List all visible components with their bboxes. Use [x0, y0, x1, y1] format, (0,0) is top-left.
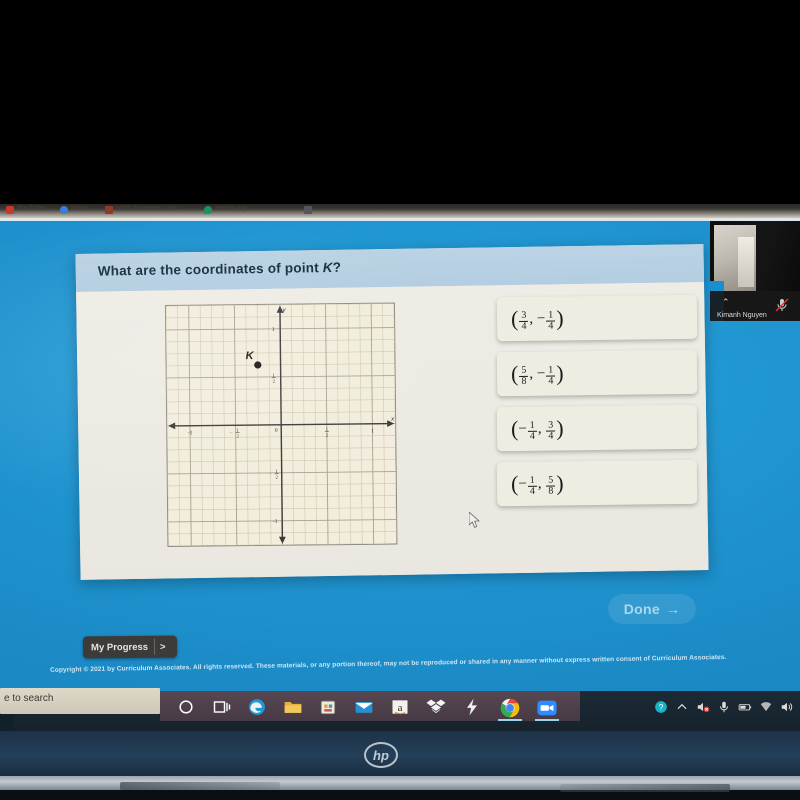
video-call-tile[interactable]: ⌃ Kimanh Nguyen [710, 221, 800, 321]
mouse-cursor [469, 512, 480, 528]
search-input[interactable]: e to search [0, 688, 160, 714]
done-button[interactable]: Done → [608, 594, 696, 624]
laptop-bezel [0, 731, 800, 776]
laptop-screen-photo: YouTube Maps Math Academy Link iready.or… [0, 0, 800, 800]
video-background-door [738, 237, 754, 287]
answer-choice-c[interactable]: (− 1 4, 3 4) [496, 404, 698, 452]
svg-text:2: 2 [237, 433, 240, 438]
my-progress-button[interactable]: My Progress > [82, 635, 178, 659]
search-placeholder-text: e to search [4, 693, 54, 704]
zoom-active-indicator [535, 719, 559, 721]
page-title: What are the coordinates of point K? [98, 260, 342, 279]
zoom-icon[interactable] [536, 697, 558, 719]
point-k-marker [254, 361, 262, 369]
folder-icon[interactable] [304, 206, 312, 214]
hp-logo: hp [364, 742, 398, 768]
svg-text:0: 0 [275, 428, 278, 434]
bookmark-math-academy[interactable]: Math Academy Link [116, 205, 177, 212]
amazon-icon[interactable]: a [390, 697, 410, 717]
chevron-right-icon: > [159, 641, 166, 653]
svg-text:1: 1 [326, 427, 329, 432]
svg-text:?: ? [659, 703, 664, 712]
svg-text:1: 1 [272, 327, 275, 333]
graph-svg: -1 −120 121112−12-1 x y [165, 303, 397, 546]
maps-icon[interactable] [60, 206, 68, 214]
bookmark-youtube[interactable]: YouTube [17, 205, 45, 212]
edge-icon[interactable] [247, 697, 267, 717]
dropbox-icon[interactable] [426, 697, 446, 717]
coordinate-graph: -1−1 2 0 1 2 1 1 1 2−1 2 -1 x y K [164, 302, 398, 547]
book-icon[interactable] [105, 206, 113, 214]
question-variable: K [322, 259, 333, 276]
participant-name: Kimanh Nguyen [717, 312, 767, 319]
svg-text:a: a [398, 702, 403, 714]
chrome-active-indicator [498, 719, 522, 721]
svg-text:2: 2 [326, 433, 329, 438]
svg-text:-1: -1 [188, 430, 193, 436]
thunderbolt-icon[interactable] [462, 697, 482, 717]
microphone-icon[interactable] [717, 700, 731, 714]
answer-choice-c-expression: (− 1 4, 3 4) [510, 414, 564, 443]
svg-text:2: 2 [273, 379, 276, 384]
done-button-label: Done [623, 601, 660, 617]
y-axis-label: y [281, 308, 286, 314]
answer-choice-a-expression: (3 4, −1 4) [510, 304, 564, 333]
microsoft-store-icon[interactable] [318, 697, 338, 717]
svg-text:−: − [230, 431, 233, 436]
svg-text:2: 2 [276, 475, 279, 480]
svg-text:−: − [269, 472, 272, 477]
svg-text:1: 1 [371, 428, 374, 434]
answer-choice-list: (3 4, −1 4) (5 8, −1 4) (− 1 4, 3 4) (− 1 4, 5 8) [496, 294, 702, 514]
youtube-icon[interactable] [6, 206, 14, 214]
chrome-icon[interactable] [499, 697, 521, 719]
photo-letterbox-top [0, 0, 800, 204]
task-view-icon[interactable] [212, 697, 232, 717]
iready-icon[interactable] [204, 206, 212, 214]
svg-text:1: 1 [236, 427, 239, 432]
microphone-muted-icon[interactable] [774, 297, 790, 313]
bookmark-maps[interactable]: Maps [71, 205, 88, 212]
question-prompt-before: What are the coordinates of point [97, 260, 323, 279]
file-explorer-icon[interactable] [283, 697, 303, 717]
x-axis-label: x [390, 417, 395, 423]
video-control-bar: ⌃ Kimanh Nguyen [710, 291, 800, 321]
mail-icon[interactable] [354, 697, 374, 717]
speaker-muted-icon[interactable] [696, 700, 710, 714]
bookmark-bar[interactable]: YouTube Maps Math Academy Link iready.or… [0, 204, 800, 218]
keyboard-left [120, 782, 280, 790]
answer-choice-b-expression: (5 8, −1 4) [510, 359, 564, 388]
answer-choice-b[interactable]: (5 8, −1 4) [496, 349, 698, 397]
wifi-icon[interactable] [759, 700, 773, 714]
answer-choice-a[interactable]: (3 4, −1 4) [496, 294, 698, 342]
chevron-up-icon[interactable] [675, 700, 689, 714]
graph-plot-area: -1−1 2 0 1 2 1 1 1 2−1 2 -1 x y K [164, 302, 398, 547]
keyboard-right [560, 784, 730, 792]
my-progress-label: My Progress [90, 641, 149, 653]
cortana-icon[interactable] [176, 697, 196, 717]
system-tray: ? [654, 700, 794, 714]
point-k-label: K [245, 350, 254, 363]
divider [153, 638, 156, 655]
answer-choice-d[interactable]: (− 1 4, 5 8) [496, 459, 698, 507]
answer-choice-d-expression: (− 1 4, 5 8) [510, 469, 564, 498]
volume-icon[interactable] [780, 700, 794, 714]
bookmark-iready[interactable]: iready.org [216, 205, 247, 212]
question-prompt-after: ? [332, 259, 342, 275]
help-icon[interactable]: ? [654, 700, 668, 714]
svg-text:-1: -1 [273, 519, 278, 525]
chevron-up-icon[interactable]: ⌃ [722, 297, 730, 308]
arrow-right-icon: → [665, 601, 681, 617]
battery-icon[interactable] [738, 700, 752, 714]
